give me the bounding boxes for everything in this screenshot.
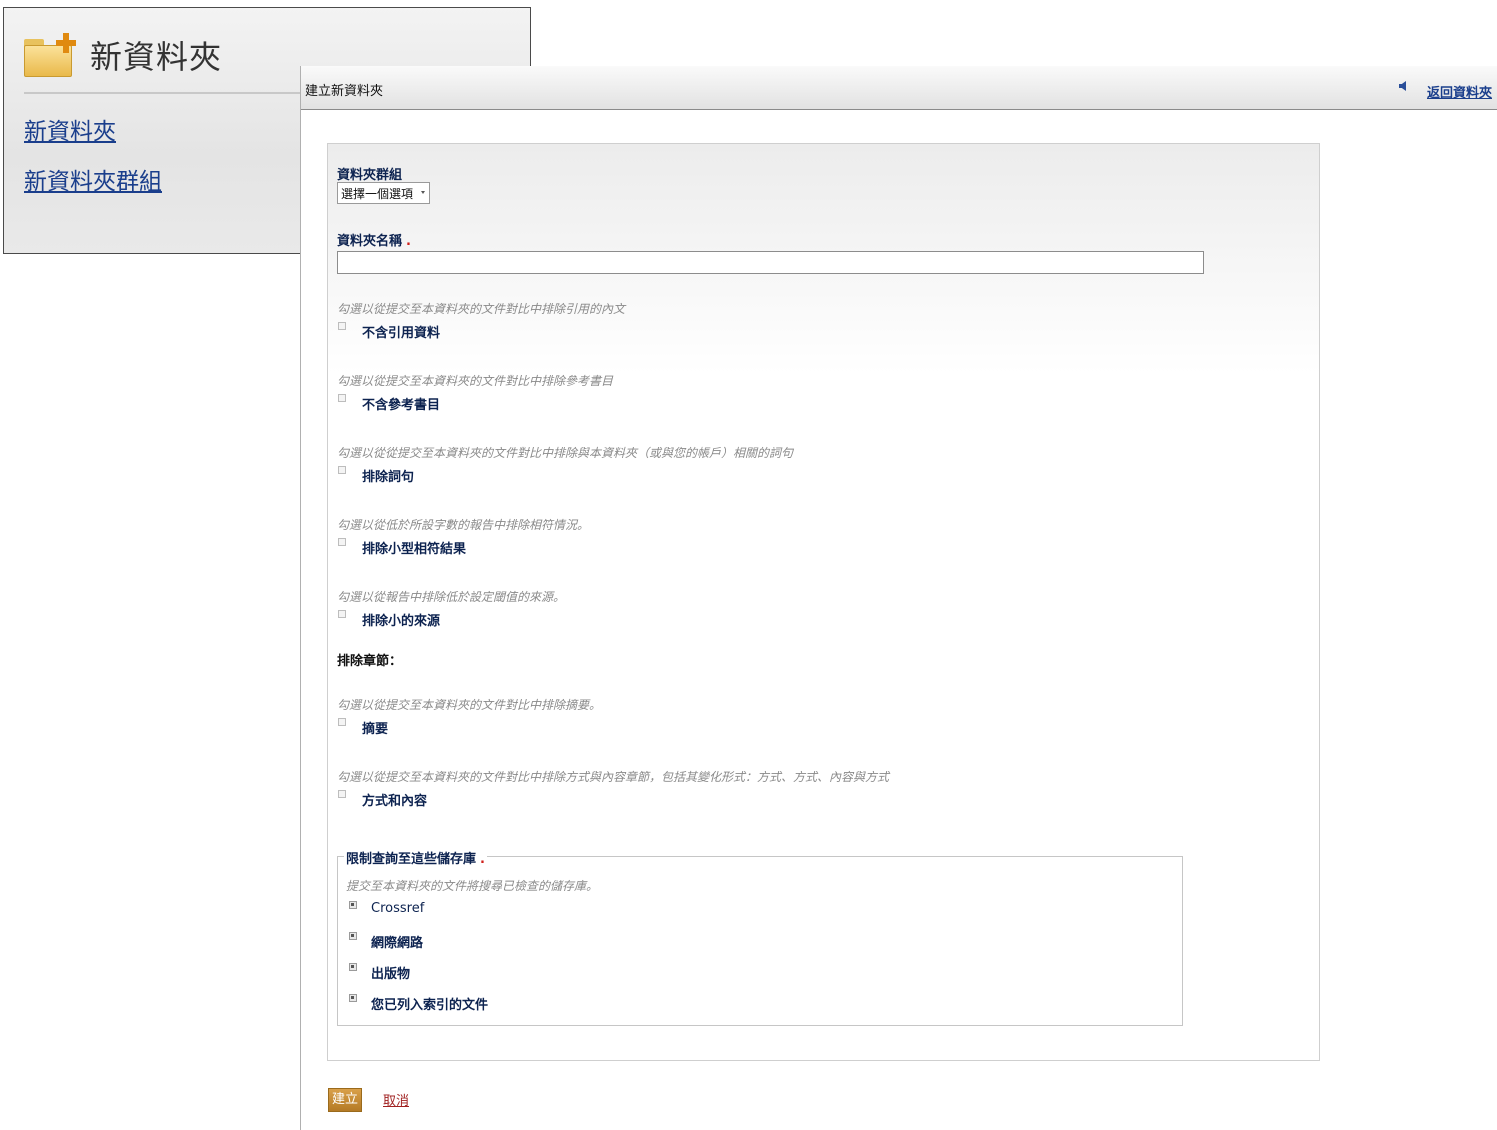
exclude-small-sources-label: 排除小的來源 <box>362 614 441 629</box>
exclude-abstract-hint: 勾選以從提交至本資料夾的文件對比中排除摘要。 <box>337 698 602 712</box>
exclude-methods-label: 方式和內容 <box>362 794 428 809</box>
create-folder-dialog: 建立新資料夾 返回資料夾 資料夾群組 選擇一個選項 資料夾名稱. 勾選以從提交至… <box>300 66 1497 1130</box>
exclude-bibliography-checkbox[interactable] <box>338 394 346 402</box>
exclude-sections-title: 排除章節： <box>337 654 403 669</box>
required-marker: . <box>406 234 411 249</box>
menu-header: 新資料夾 <box>24 32 222 78</box>
exclude-methods-checkbox[interactable] <box>338 790 346 798</box>
exclude-bibliography-label: 不含參考書目 <box>362 398 441 413</box>
exclude-quotes-checkbox[interactable] <box>338 322 346 330</box>
new-folder-icon <box>24 33 76 77</box>
repo-indexed-documents-label: 您已列入索引的文件 <box>371 998 489 1013</box>
exclude-bibliography-hint: 勾選以從提交至本資料夾的文件對比中排除參考書目 <box>337 374 614 388</box>
folder-group-select[interactable]: 選擇一個選項 <box>337 182 430 204</box>
back-arrow-icon[interactable] <box>1399 81 1406 91</box>
folder-form: 資料夾群組 選擇一個選項 資料夾名稱. 勾選以從提交至本資料夾的文件對比中排除引… <box>327 143 1320 1061</box>
exclude-phrases-hint: 勾選以從從提交至本資料夾的文件對比中排除與本資料夾（或與您的帳戶）相關的詞句 <box>337 446 794 460</box>
repo-publications-label: 出版物 <box>371 967 411 982</box>
back-to-folders-link[interactable]: 返回資料夾 <box>1427 82 1492 101</box>
repo-publications-checkbox[interactable] <box>349 963 357 971</box>
exclude-abstract-checkbox[interactable] <box>338 718 346 726</box>
repo-indexed-documents-checkbox[interactable] <box>349 994 357 1002</box>
menu-link-new-folder[interactable]: 新資料夾 <box>24 112 116 146</box>
exclude-small-matches-hint: 勾選以從低於所設字數的報告中排除相符情況。 <box>337 518 590 532</box>
exclude-small-matches-label: 排除小型相符結果 <box>362 542 467 557</box>
exclude-phrases-checkbox[interactable] <box>338 466 346 474</box>
exclude-phrases-label: 排除詞句 <box>362 470 415 485</box>
create-button[interactable]: 建立 <box>328 1088 363 1112</box>
dialog-title: 建立新資料夾 <box>305 84 384 99</box>
cancel-link[interactable]: 取消 <box>383 1090 409 1109</box>
folder-name-label-text: 資料夾名稱 <box>337 234 403 249</box>
repo-internet-label: 網際網路 <box>371 936 424 951</box>
repo-crossref-label: Crossref <box>371 901 425 916</box>
repo-internet-checkbox[interactable] <box>349 932 357 940</box>
folder-name-input[interactable] <box>337 251 1204 274</box>
exclude-quotes-hint: 勾選以從提交至本資料夾的文件對比中排除引用的內文 <box>337 302 626 316</box>
exclude-methods-hint: 勾選以從提交至本資料夾的文件對比中排除方式與內容章節，包括其變化形式：方式、方式… <box>337 770 890 784</box>
repositories-fieldset: 限制查詢至這些儲存庫. 提交至本資料夾的文件將搜尋已檢查的儲存庫。 Crossr… <box>337 848 1183 1026</box>
menu-title: 新資料夾 <box>90 38 223 76</box>
folder-group-select-value: 選擇一個選項 <box>341 187 414 201</box>
folder-group-label: 資料夾群組 <box>337 168 403 183</box>
exclude-quotes-label: 不含引用資料 <box>362 326 441 341</box>
chevron-down-icon <box>421 191 425 194</box>
repositories-legend: 限制查詢至這些儲存庫. <box>344 848 487 867</box>
exclude-abstract-label: 摘要 <box>362 722 389 737</box>
required-marker: . <box>480 852 485 867</box>
repositories-hint: 提交至本資料夾的文件將搜尋已檢查的儲存庫。 <box>346 879 599 893</box>
exclude-small-sources-hint: 勾選以從報告中排除低於設定閾值的來源。 <box>337 590 566 604</box>
exclude-small-matches-checkbox[interactable] <box>338 538 346 546</box>
repo-crossref-checkbox[interactable] <box>349 901 357 909</box>
exclude-small-sources-checkbox[interactable] <box>338 610 346 618</box>
dialog-title-bar: 建立新資料夾 返回資料夾 <box>301 66 1497 110</box>
menu-link-new-folder-group[interactable]: 新資料夾群組 <box>24 162 162 196</box>
repositories-legend-text: 限制查詢至這些儲存庫 <box>346 852 477 867</box>
folder-name-label: 資料夾名稱. <box>337 230 411 249</box>
